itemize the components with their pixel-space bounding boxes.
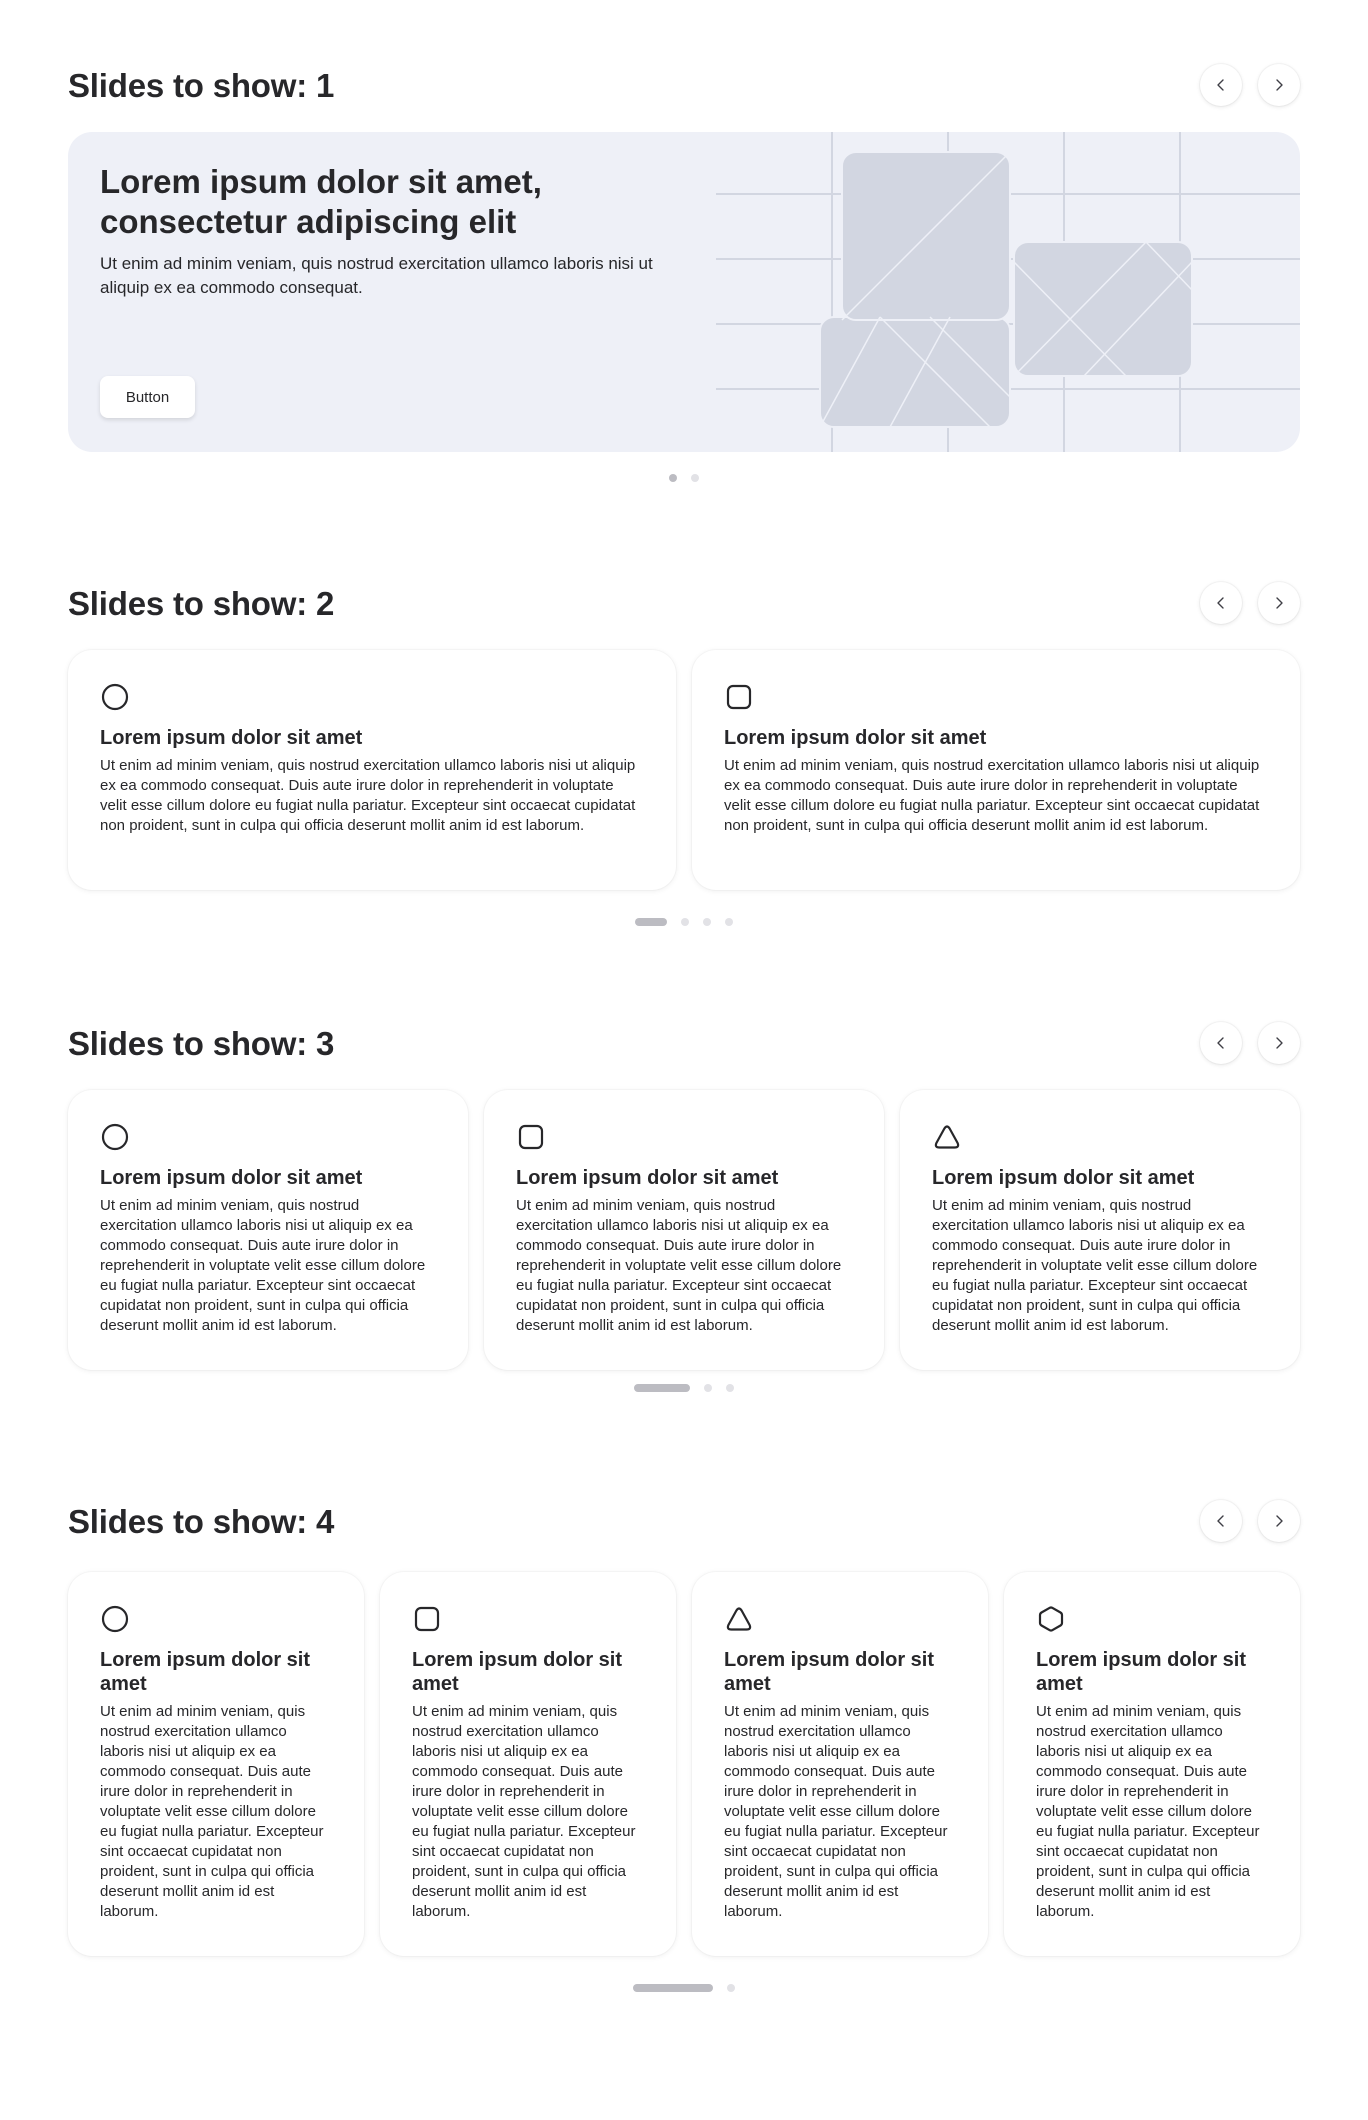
pagination-dot[interactable] (704, 1384, 712, 1392)
carousel-section-1: Slides to show: 1 Lorem ipsum dolor sit … (68, 64, 1300, 482)
card-text: Ut enim ad minim veniam, quis nostrud ex… (100, 1197, 426, 1334)
chevron-right-icon (1276, 1515, 1283, 1527)
carousel-nav (1200, 1022, 1300, 1064)
card-text: Ut enim ad minim veniam, quis nostrud ex… (516, 1197, 842, 1334)
pagination-dot[interactable] (725, 918, 733, 926)
slide-card[interactable]: Lorem ipsum dolor sit amet Ut enim ad mi… (900, 1090, 1300, 1370)
slide-card[interactable]: Lorem ipsum dolor sit amet Ut enim ad mi… (484, 1090, 884, 1370)
pagination-dot[interactable] (703, 918, 711, 926)
circle-icon (101, 1605, 129, 1633)
section-header: Slides to show: 3 (68, 1022, 1300, 1066)
pagination-dots (68, 1984, 1300, 1992)
chevron-right-icon (1276, 1037, 1283, 1049)
card-text: Ut enim ad minim veniam, quis nostrud ex… (932, 1197, 1258, 1334)
chevron-left-icon (1217, 597, 1224, 609)
pagination-dot[interactable] (691, 474, 699, 482)
card-track: Lorem ipsum dolor sit amet Ut enim ad mi… (68, 1572, 1300, 1956)
pagination-dot[interactable] (681, 918, 689, 926)
section-title: Slides to show: 4 (68, 1503, 335, 1540)
card-title: Lorem ipsum dolor sit amet (932, 1167, 1195, 1189)
hero-illustration (716, 132, 1300, 452)
card-title: Lorem ipsum dolor sit amet (100, 727, 363, 749)
hero-title: Lorem ipsum dolor sit amet, consectetur … (100, 163, 542, 240)
section-title: Slides to show: 3 (68, 1025, 335, 1062)
pagination-dot[interactable] (727, 1984, 735, 1992)
pagination-dot[interactable] (634, 1384, 690, 1392)
carousel-nav (1200, 64, 1300, 106)
next-button[interactable] (1258, 1500, 1300, 1542)
card-text: Ut enim ad minim veniam, quis nostrud ex… (724, 757, 1260, 834)
card-track: Lorem ipsum dolor sit amet Ut enim ad mi… (68, 650, 1300, 890)
carousel-nav (1200, 1500, 1300, 1542)
card-text: Ut enim ad minim veniam, quis nostrud ex… (724, 1703, 948, 1920)
card-track: Lorem ipsum dolor sit amet Ut enim ad mi… (68, 1090, 1300, 1370)
card-title: Lorem ipsum dolor sit amet (100, 1649, 311, 1695)
section-header: Slides to show: 1 (68, 64, 1300, 108)
slide-card[interactable]: Lorem ipsum dolor sit amet Ut enim ad mi… (1004, 1572, 1300, 1956)
card-title: Lorem ipsum dolor sit amet (724, 727, 987, 749)
card-title: Lorem ipsum dolor sit amet (412, 1649, 623, 1695)
card-title: Lorem ipsum dolor sit amet (1036, 1649, 1247, 1695)
pagination-dot[interactable] (635, 918, 667, 926)
section-header: Slides to show: 4 (68, 1500, 1300, 1544)
card-title: Lorem ipsum dolor sit amet (516, 1167, 779, 1189)
next-button[interactable] (1258, 64, 1300, 106)
prev-button[interactable] (1200, 64, 1242, 106)
carousel-section-3: Slides to show: 3 Lorem ipsum dolor sit … (68, 1022, 1300, 1392)
chevron-right-icon (1276, 597, 1283, 609)
circle-icon (101, 1123, 129, 1151)
triangle-icon (726, 1607, 752, 1631)
next-button[interactable] (1258, 1022, 1300, 1064)
square-icon (414, 1606, 440, 1632)
hero-button[interactable]: Button (100, 376, 195, 418)
pagination-dot[interactable] (633, 1984, 713, 1992)
chevron-left-icon (1217, 1515, 1224, 1527)
card-title: Lorem ipsum dolor sit amet (100, 1167, 363, 1189)
chevron-left-icon (1217, 79, 1224, 91)
card-text: Ut enim ad minim veniam, quis nostrud ex… (100, 757, 636, 834)
card-text: Ut enim ad minim veniam, quis nostrud ex… (100, 1703, 324, 1920)
hero-description: Ut enim ad minim veniam, quis nostrud ex… (100, 254, 653, 297)
slide-card[interactable]: Lorem ipsum dolor sit amet Ut enim ad mi… (68, 1572, 364, 1956)
chevron-left-icon (1217, 1037, 1224, 1049)
slide-card[interactable]: Lorem ipsum dolor sit amet Ut enim ad mi… (692, 650, 1300, 890)
carousel-nav (1200, 582, 1300, 624)
prev-button[interactable] (1200, 1022, 1242, 1064)
slide-card[interactable]: Lorem ipsum dolor sit amet Ut enim ad mi… (692, 1572, 988, 1956)
slide-card[interactable]: Lorem ipsum dolor sit amet Ut enim ad mi… (380, 1572, 676, 1956)
chevron-right-icon (1276, 79, 1283, 91)
slide-card[interactable]: Lorem ipsum dolor sit amet Ut enim ad mi… (68, 650, 676, 890)
circle-icon (101, 683, 129, 711)
prev-button[interactable] (1200, 1500, 1242, 1542)
section-title: Slides to show: 1 (68, 67, 335, 104)
triangle-icon (934, 1125, 960, 1149)
square-icon (518, 1124, 544, 1150)
hexagon-icon (1038, 1606, 1064, 1632)
hero-slide: Lorem ipsum dolor sit amet, consectetur … (68, 132, 1300, 452)
next-button[interactable] (1258, 582, 1300, 624)
carousel-section-2: Slides to show: 2 Lorem ipsum dolor sit … (68, 582, 1300, 926)
card-text: Ut enim ad minim veniam, quis nostrud ex… (1036, 1703, 1260, 1920)
pagination-dot[interactable] (669, 474, 677, 482)
square-icon (726, 684, 752, 710)
pagination-dots (68, 918, 1300, 926)
pagination-dots (68, 474, 1300, 482)
carousel-section-4: Slides to show: 4 Lorem ipsum dolor sit … (68, 1500, 1300, 1992)
slide-card[interactable]: Lorem ipsum dolor sit amet Ut enim ad mi… (68, 1090, 468, 1370)
card-title: Lorem ipsum dolor sit amet (724, 1649, 935, 1695)
card-text: Ut enim ad minim veniam, quis nostrud ex… (412, 1703, 636, 1920)
pagination-dot[interactable] (726, 1384, 734, 1392)
prev-button[interactable] (1200, 582, 1242, 624)
pagination-dots (68, 1384, 1300, 1392)
section-header: Slides to show: 2 (68, 582, 1300, 626)
section-title: Slides to show: 2 (68, 585, 335, 622)
